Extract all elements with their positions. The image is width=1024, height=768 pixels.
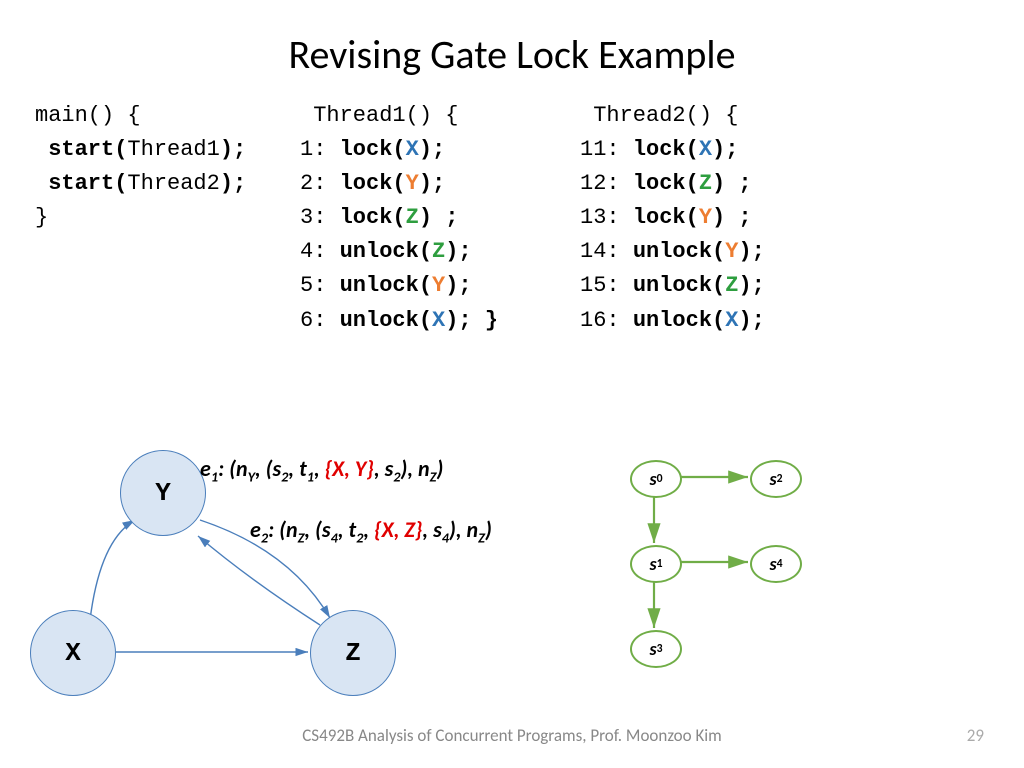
lock-node-z: Z bbox=[310, 610, 396, 696]
t2-line-2: 12: lock(Z) ; bbox=[580, 167, 880, 201]
state-s0: s0 bbox=[630, 460, 682, 498]
footer-text: CS492B Analysis of Concurrent Programs, … bbox=[0, 725, 1024, 746]
t2-line-1: 11: lock(X); bbox=[580, 133, 880, 167]
page-number: 29 bbox=[967, 725, 984, 746]
t2-line-5: 15: unlock(Z); bbox=[580, 269, 880, 303]
main-line-2: start(Thread2); bbox=[35, 167, 300, 201]
code-main: main() { start(Thread1); start(Thread2);… bbox=[35, 99, 300, 338]
t2-line-3: 13: lock(Y) ; bbox=[580, 201, 880, 235]
t1-line-2: 2: lock(Y); bbox=[300, 167, 580, 201]
state-graph: s0 s2 s1 s4 s3 bbox=[620, 455, 900, 715]
t1-line-5: 5: unlock(Y); bbox=[300, 269, 580, 303]
state-s2: s2 bbox=[750, 460, 802, 498]
code-thread1: Thread1() { 1: lock(X); 2: lock(Y); 3: l… bbox=[300, 99, 580, 338]
t1-line-3: 3: lock(Z) ; bbox=[300, 201, 580, 235]
edge-e1: e1: (nY, (s2, t1, {X, Y}, s2), nZ) bbox=[200, 455, 492, 486]
slide: Revising Gate Lock Example main() { star… bbox=[0, 0, 1024, 768]
main-close: } bbox=[35, 201, 300, 235]
t1-line-6: 6: unlock(X); } bbox=[300, 304, 580, 338]
t1-line-1: 1: lock(X); bbox=[300, 133, 580, 167]
main-header: main() { bbox=[35, 99, 300, 133]
main-line-1: start(Thread1); bbox=[35, 133, 300, 167]
t1-line-4: 4: unlock(Z); bbox=[300, 235, 580, 269]
slide-title: Revising Gate Lock Example bbox=[0, 0, 1024, 99]
edge-labels: e1: (nY, (s2, t1, {X, Y}, s2), nZ) e2: (… bbox=[200, 455, 492, 547]
t2-header: Thread2() { bbox=[580, 99, 880, 133]
code-thread2: Thread2() { 11: lock(X); 12: lock(Z) ; 1… bbox=[580, 99, 880, 338]
state-s4: s4 bbox=[750, 545, 802, 583]
t2-line-4: 14: unlock(Y); bbox=[580, 235, 880, 269]
lock-node-x: X bbox=[30, 610, 116, 696]
t1-header: Thread1() { bbox=[300, 99, 580, 133]
code-columns: main() { start(Thread1); start(Thread2);… bbox=[0, 99, 1024, 338]
lock-node-y: Y bbox=[120, 450, 206, 536]
state-s3: s3 bbox=[630, 630, 682, 668]
state-s1: s1 bbox=[630, 545, 682, 583]
edge-e2: e2: (nZ, (s4, t2, {X, Z}, s4), nZ) bbox=[250, 516, 492, 547]
t2-line-6: 16: unlock(X); bbox=[580, 304, 880, 338]
